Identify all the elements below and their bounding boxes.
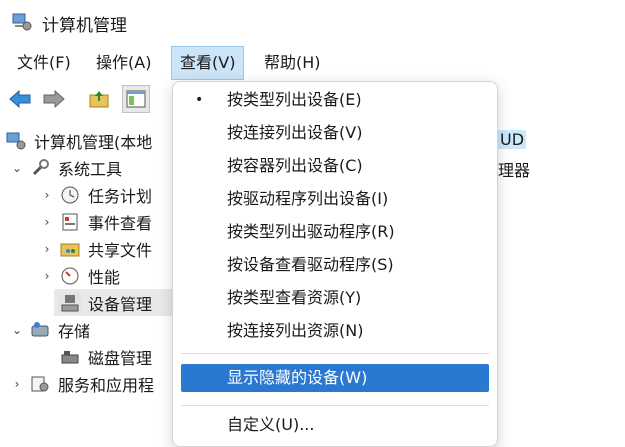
tools-icon <box>28 157 52 179</box>
title-bar: 计算机管理 <box>0 0 625 44</box>
tree-system-tools[interactable]: ⌄ 系统工具 <box>10 154 122 181</box>
computer-management-icon <box>4 130 28 152</box>
tree-label-services: 服务和应用程 <box>58 375 155 395</box>
tree-label-disk-management: 磁盘管理 <box>88 348 153 368</box>
chevron-right-icon[interactable]: › <box>40 242 54 256</box>
chevron-down-icon[interactable]: ⌄ <box>10 161 24 175</box>
forward-button[interactable] <box>40 85 68 113</box>
menu-item-devices-by-container[interactable]: 按容器列出设备(C) <box>181 152 489 180</box>
menu-item-drivers-by-type[interactable]: 按类型列出驱动程序(R) <box>181 218 489 246</box>
tree-disk-management[interactable]: 磁盘管理 <box>54 343 152 370</box>
chevron-right-icon[interactable]: › <box>40 269 54 283</box>
menu-item-devices-by-driver[interactable]: 按驱动程序列出设备(I) <box>181 185 489 213</box>
show-console-tree-button[interactable] <box>122 85 150 113</box>
menu-item-devices-by-type[interactable]: • 按类型列出设备(E) <box>181 86 489 114</box>
tree-label-storage: 存储 <box>58 321 91 341</box>
menu-item-show-hidden-devices[interactable]: 显示隐藏的设备(W) <box>181 364 489 392</box>
tree-shared-folders[interactable]: › 共享文件 <box>40 235 152 262</box>
disk-management-icon <box>58 346 82 368</box>
console-tree-icon <box>126 90 146 108</box>
performance-icon <box>58 265 82 287</box>
tree-task-scheduler[interactable]: › 任务计划 <box>40 181 152 208</box>
menu-action[interactable]: 操作(A) <box>88 46 159 80</box>
computer-management-icon <box>12 12 32 32</box>
chevron-right-icon[interactable]: › <box>40 215 54 229</box>
event-viewer-icon <box>58 211 82 233</box>
menu-item-resources-by-connection[interactable]: 按连接列出资源(N) <box>181 317 489 345</box>
chevron-right-icon[interactable]: › <box>10 377 24 391</box>
chevron-right-icon[interactable]: › <box>40 188 54 202</box>
menu-separator <box>181 353 489 354</box>
tree-root[interactable]: 计算机管理(本地 <box>4 127 152 154</box>
details-item[interactable]: UD <box>498 130 527 149</box>
tree-label-task-scheduler: 任务计划 <box>88 186 153 206</box>
checked-bullet-icon: • <box>195 92 204 108</box>
menu-separator <box>181 405 489 406</box>
chevron-down-icon[interactable]: ⌄ <box>10 323 24 337</box>
storage-icon <box>28 319 52 341</box>
tree-performance[interactable]: › 性能 <box>40 262 120 289</box>
device-manager-icon <box>58 291 82 314</box>
menu-item-drivers-by-device[interactable]: 按设备查看驱动程序(S) <box>181 251 489 279</box>
menu-bar: 文件(F) 操作(A) 查看(V) 帮助(H) <box>0 44 625 82</box>
tree-label-system-tools: 系统工具 <box>58 159 123 179</box>
tree-storage[interactable]: ⌄ 存储 <box>10 316 90 343</box>
shared-folder-icon <box>58 238 82 260</box>
back-arrow-icon <box>9 89 31 109</box>
tree-label-event-viewer: 事件查看 <box>88 213 153 233</box>
back-button[interactable] <box>6 85 34 113</box>
tree-label-shared-folders: 共享文件 <box>88 240 153 260</box>
menu-view[interactable]: 查看(V) <box>171 46 245 80</box>
services-icon <box>28 373 52 395</box>
menu-help[interactable]: 帮助(H) <box>256 46 329 80</box>
tree-services[interactable]: › 服务和应用程 <box>10 370 154 397</box>
tree-event-viewer[interactable]: › 事件查看 <box>40 208 152 235</box>
menu-item-customize[interactable]: 自定义(U)... <box>181 411 489 439</box>
menu-file[interactable]: 文件(F) <box>9 46 79 80</box>
clock-icon <box>58 184 82 206</box>
tree-label-performance: 性能 <box>88 267 121 287</box>
window-title: 计算机管理 <box>42 16 127 36</box>
folder-up-icon <box>89 91 109 108</box>
menu-item-resources-by-type[interactable]: 按类型查看资源(Y) <box>181 284 489 312</box>
tree-label-device-manager: 设备管理 <box>88 294 153 314</box>
up-folder-button[interactable] <box>86 85 114 113</box>
forward-arrow-icon <box>43 89 65 109</box>
tree-label-root: 计算机管理(本地 <box>34 132 153 152</box>
view-menu-dropdown: • 按类型列出设备(E) 按连接列出设备(V) 按容器列出设备(C) 按驱动程序… <box>172 81 498 447</box>
menu-item-devices-by-connection[interactable]: 按连接列出设备(V) <box>181 119 489 147</box>
details-item[interactable]: 理器 <box>498 157 530 181</box>
menu-item-label: 按类型列出设备(E) <box>227 90 362 109</box>
